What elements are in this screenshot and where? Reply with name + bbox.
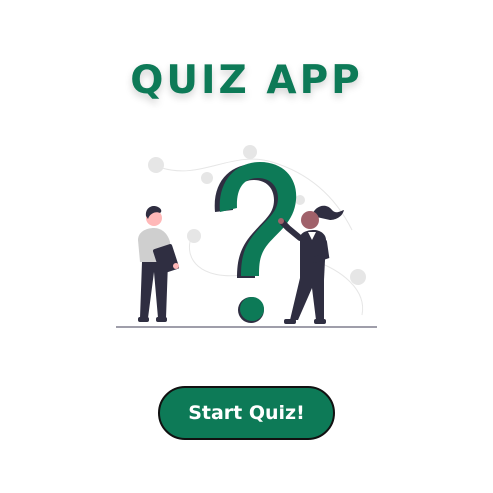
person-right [278,205,344,324]
start-quiz-button[interactable]: Start Quiz! [158,386,335,440]
question-mark-icon [214,162,297,323]
app-title: QUIZ APP [130,58,363,103]
person-left [138,206,180,322]
quiz-illustration [116,145,377,328]
